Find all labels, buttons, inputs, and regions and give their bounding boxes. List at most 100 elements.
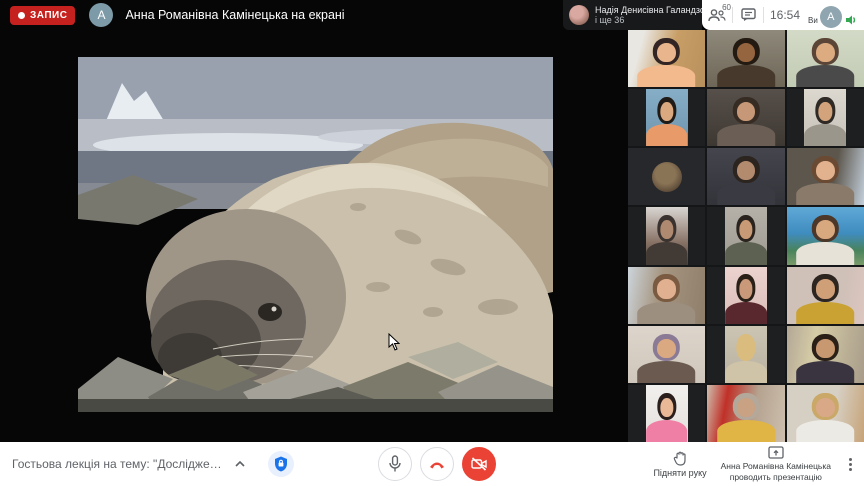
person-silhouette [647,214,687,264]
more-vert-icon [849,458,852,461]
participant-tile-girl-striped-top[interactable] [787,30,864,87]
participant-video [646,207,688,264]
participant-tile-blonde-back-of-head[interactable] [707,326,784,383]
person-silhouette [726,214,766,264]
participant-video [628,148,705,205]
joined-lines: Надія Денисівна Галандзов... і ще 36 [595,5,702,25]
person-silhouette [718,392,774,442]
microphone-button[interactable] [378,447,412,481]
participants-button[interactable]: 60 [702,0,732,30]
bottom-bar: Гостьова лекція на тему: "Дослідження на… [0,442,864,486]
participant-video [725,207,767,264]
participant-tile-girl-pink-top[interactable] [628,385,705,442]
presenting-status[interactable]: Анна Романівна Камінецька проводить през… [721,446,831,482]
chat-icon [741,8,756,22]
participant-tile-person-white-shirt[interactable] [787,385,864,442]
participant-tile-girl-bookshelf-room[interactable] [628,267,705,324]
raise-hand-icon [673,451,688,466]
recording-label: ЗАПИС [30,10,67,21]
participant-video [628,267,705,324]
participant-tile-woman-colorful-blanket[interactable] [707,385,784,442]
participant-video [725,267,767,324]
participant-video [707,385,784,442]
participant-video [646,89,688,146]
joined-name: Надія Денисівна Галандзов... [595,5,702,15]
participant-avatar-photo [652,162,682,192]
joined-avatar [569,5,589,25]
participant-video [707,30,784,87]
person-silhouette [639,273,695,323]
person-silhouette [639,333,695,383]
participant-tile-person-gray-sweater[interactable] [787,89,864,146]
participant-video [646,385,688,442]
participant-video [787,207,864,264]
host-controls-button[interactable] [268,451,294,477]
participant-tile-person-mustard-top[interactable] [787,267,864,324]
person-silhouette [718,155,774,205]
leave-call-button[interactable] [420,447,454,481]
person-silhouette [726,333,766,383]
person-silhouette [797,37,853,87]
clock: 16:54 [764,8,806,22]
top-bar: ЗАПИС А Анна Романівна Камінецька на екр… [0,0,864,30]
participant-video [725,326,767,383]
mouse-cursor-icon [388,333,400,351]
participant-tile-camera-off-avatar[interactable] [628,148,705,205]
participant-tile-girl-red-sunglasses-beach[interactable] [787,207,864,264]
participant-count: 60 [722,3,731,12]
record-dot-icon [18,12,25,19]
mic-icon [388,455,402,473]
participant-video [628,30,705,87]
chat-button[interactable] [733,0,763,30]
person-silhouette [805,96,845,146]
call-controls [378,447,496,481]
participant-tile-woman-curly-hair[interactable] [628,30,705,87]
participant-tile-woman-glasses-map-wall[interactable] [787,326,864,383]
volume-icon [845,14,857,26]
participant-video [787,148,864,205]
participant-video [804,89,846,146]
joined-participants-pill[interactable]: Надія Денисівна Галандзов... і ще 36 [563,0,702,30]
person-silhouette [726,273,766,323]
participant-tile-face-closeup-dark[interactable] [707,148,784,205]
participant-tile-person-braids-photo-wall[interactable] [628,326,705,383]
google-meet-window: { "topbar": { "recording_label": "ЗАПИС"… [0,0,864,486]
raise-hand-label: Підняти руку [653,468,706,478]
participant-tile-person-lace-curtain[interactable] [628,207,705,264]
person-silhouette [797,392,853,442]
meeting-details-button[interactable] [230,454,250,474]
shield-lock-icon [274,456,288,472]
hangup-icon [428,460,446,469]
person-silhouette [647,392,687,442]
recording-badge: ЗАПИС [10,6,75,25]
presenter-avatar: А [89,3,113,27]
person-silhouette [639,37,695,87]
raise-hand-button[interactable]: Підняти руку [653,451,706,478]
participant-tile-girl-looking-down[interactable] [707,89,784,146]
joined-more-count: і ще 36 [595,15,702,25]
participant-tile-girl-long-hair-window[interactable] [787,148,864,205]
bottom-right-cluster: Підняти руку Анна Романівна Камінецька п… [653,446,856,482]
more-options-button[interactable] [845,454,856,475]
presenting-action: проводить презентацію [721,472,831,483]
person-silhouette [797,214,853,264]
meeting-title: Гостьова лекція на тему: "Дослідження на… [12,457,222,471]
present-icon [768,446,784,459]
participant-video [707,148,784,205]
participant-tile-person-glasses-camo[interactable] [707,207,784,264]
participant-tile-woman-black-chair-pink-wall[interactable] [707,267,784,324]
self-avatar[interactable]: А [820,6,842,28]
participant-video [787,30,864,87]
participant-grid [628,30,864,442]
camera-off-button[interactable] [462,447,496,481]
person-silhouette [718,96,774,146]
participant-video [787,326,864,383]
participant-tile-woman-glasses-orange[interactable] [628,89,705,146]
participant-video [787,267,864,324]
person-silhouette [718,37,774,87]
person-silhouette [797,333,853,383]
participant-tile-man-dark-shirt[interactable] [707,30,784,87]
camera-off-icon [471,457,487,471]
person-silhouette [647,96,687,146]
person-silhouette [797,155,853,205]
